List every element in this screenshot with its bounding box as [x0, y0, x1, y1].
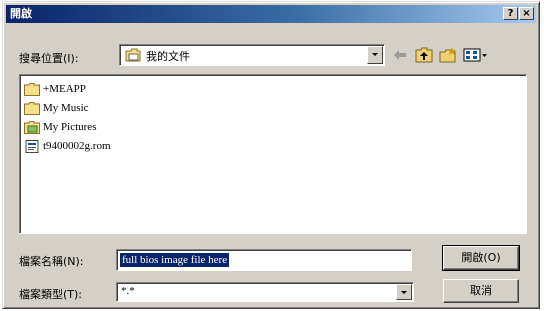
file-name: My Music: [43, 102, 89, 114]
file-list[interactable]: +MEAPP My Music My Pictures t9400002g.ro…: [19, 74, 527, 234]
open-button[interactable]: 開啟(O): [442, 245, 520, 271]
open-file-dialog: 開啟 ? × 搜尋位置(I): 我的文件 +MEAPP My Music My …: [2, 1, 540, 309]
file-name: +MEAPP: [43, 83, 86, 95]
new-folder-icon[interactable]: [439, 46, 457, 64]
lookin-value: 我的文件: [146, 50, 190, 63]
list-item[interactable]: My Pictures: [24, 119, 96, 135]
lookin-dropdown[interactable]: 我的文件: [119, 44, 385, 66]
pictures-folder-icon: [24, 120, 40, 134]
up-folder-icon[interactable]: [415, 46, 433, 64]
filename-input[interactable]: full bios image file here: [116, 249, 412, 271]
window-title: 開啟: [10, 7, 32, 20]
cancel-button[interactable]: 取消: [443, 279, 519, 303]
file-name: My Pictures: [43, 121, 97, 133]
list-item[interactable]: +MEAPP: [24, 81, 86, 97]
folder-icon: [24, 82, 40, 96]
file-name: t9400002g.rom: [43, 140, 111, 152]
list-item[interactable]: My Music: [24, 100, 89, 116]
filetype-label: 檔案類型(T):: [19, 288, 83, 301]
close-button[interactable]: ×: [519, 7, 534, 20]
chevron-down-icon[interactable]: [396, 284, 412, 300]
filetype-value: *.*: [121, 285, 135, 297]
chevron-down-icon[interactable]: [367, 46, 383, 64]
filetype-dropdown[interactable]: *.*: [116, 282, 414, 302]
help-button[interactable]: ?: [503, 7, 518, 20]
file-icon: [25, 139, 39, 153]
lookin-label: 搜尋位置(I):: [19, 52, 79, 65]
back-arrow-icon[interactable]: [391, 46, 409, 64]
my-documents-icon: [125, 48, 141, 62]
list-item[interactable]: t9400002g.rom: [24, 138, 111, 154]
title-bar[interactable]: 開啟 ? ×: [6, 5, 536, 23]
view-menu-icon[interactable]: [463, 46, 489, 64]
filename-label: 檔案名稱(N):: [19, 255, 84, 268]
folder-icon: [24, 101, 40, 115]
filename-value: full bios image file here: [120, 253, 230, 267]
